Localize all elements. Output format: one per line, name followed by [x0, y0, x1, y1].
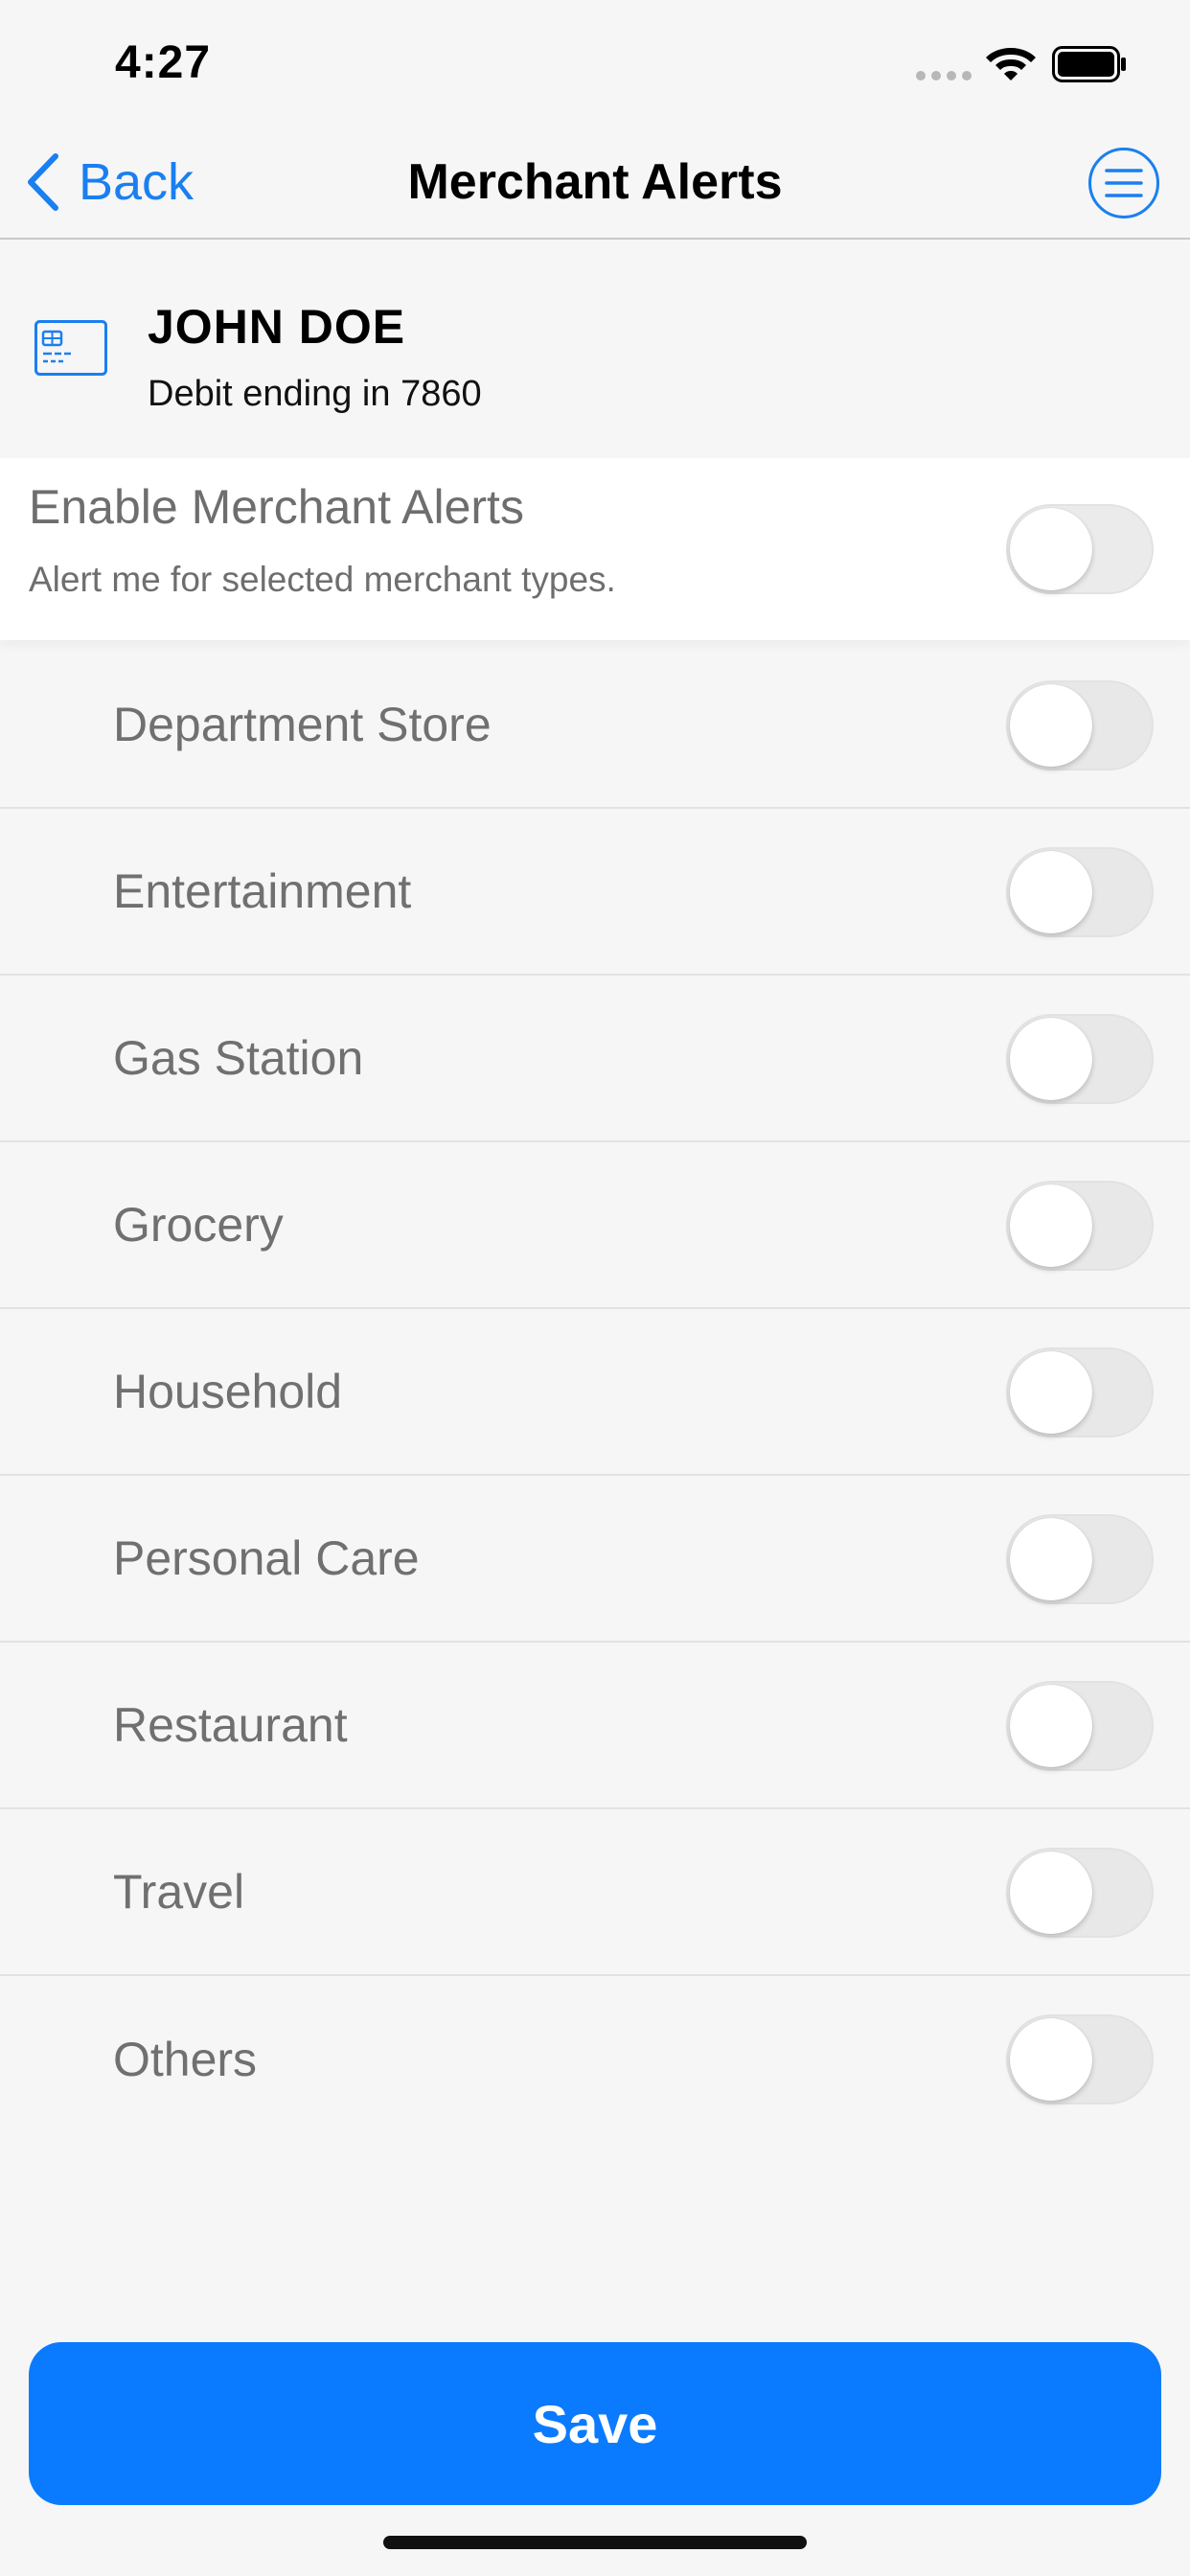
category-toggle-household[interactable]: [1006, 1347, 1154, 1438]
enable-alerts-title: Enable Merchant Alerts: [29, 480, 524, 534]
cardholder-name: JOHN DOE: [148, 300, 406, 354]
category-label: Department Store: [113, 698, 492, 751]
category-toggle-travel[interactable]: [1006, 1848, 1154, 1938]
enable-alerts-description: Alert me for selected merchant types.: [29, 560, 616, 599]
category-toggle-others[interactable]: [1006, 2014, 1154, 2104]
category-label: Entertainment: [113, 864, 412, 918]
category-row-department-store: Department Store: [0, 642, 1190, 809]
category-toggle-restaurant[interactable]: [1006, 1681, 1154, 1771]
menu-icon: [1105, 169, 1143, 197]
category-toggle-gas-station[interactable]: [1006, 1014, 1154, 1104]
toggle-knob: [1010, 1018, 1092, 1100]
toggle-knob: [1010, 851, 1092, 933]
home-indicator: [383, 2536, 807, 2549]
toggle-knob: [1010, 2018, 1092, 2101]
category-row-travel: Travel: [0, 1809, 1190, 1976]
page-title: Merchant Alerts: [407, 154, 783, 210]
nav-divider: [0, 238, 1190, 240]
battery-icon: [1052, 46, 1126, 82]
toggle-knob: [1010, 1518, 1092, 1600]
category-row-household: Household: [0, 1309, 1190, 1476]
category-row-grocery: Grocery: [0, 1142, 1190, 1309]
enable-alerts-toggle[interactable]: [1006, 504, 1154, 594]
toggle-knob: [1010, 1685, 1092, 1767]
toggle-knob: [1010, 1852, 1092, 1934]
category-toggle-personal-care[interactable]: [1006, 1514, 1154, 1604]
category-label: Gas Station: [113, 1031, 364, 1085]
toggle-knob: [1010, 684, 1092, 767]
toggle-knob: [1010, 1351, 1092, 1434]
toggle-knob: [1010, 508, 1092, 590]
toggle-knob: [1010, 1184, 1092, 1267]
category-toggle-grocery[interactable]: [1006, 1181, 1154, 1271]
card-subtitle: Debit ending in 7860: [148, 374, 482, 414]
menu-button[interactable]: [1088, 148, 1159, 218]
category-row-entertainment: Entertainment: [0, 809, 1190, 976]
save-button[interactable]: Save: [29, 2342, 1161, 2505]
category-label: Others: [113, 2033, 258, 2086]
category-row-personal-care: Personal Care: [0, 1476, 1190, 1643]
credit-card-icon: [34, 320, 107, 376]
category-toggle-department-store[interactable]: [1006, 680, 1154, 770]
status-time: 4:27: [115, 37, 212, 88]
category-label: Personal Care: [113, 1531, 420, 1585]
category-label: Restaurant: [113, 1698, 348, 1752]
cellular-signal-icon: [916, 71, 972, 80]
category-label: Travel: [113, 1865, 245, 1919]
category-label: Grocery: [113, 1198, 284, 1252]
wifi-icon: [986, 48, 1036, 80]
category-label: Household: [113, 1365, 343, 1418]
category-row-others: Others: [0, 1976, 1190, 2143]
category-row-gas-station: Gas Station: [0, 976, 1190, 1142]
category-row-restaurant: Restaurant: [0, 1643, 1190, 1809]
category-toggle-entertainment[interactable]: [1006, 847, 1154, 937]
